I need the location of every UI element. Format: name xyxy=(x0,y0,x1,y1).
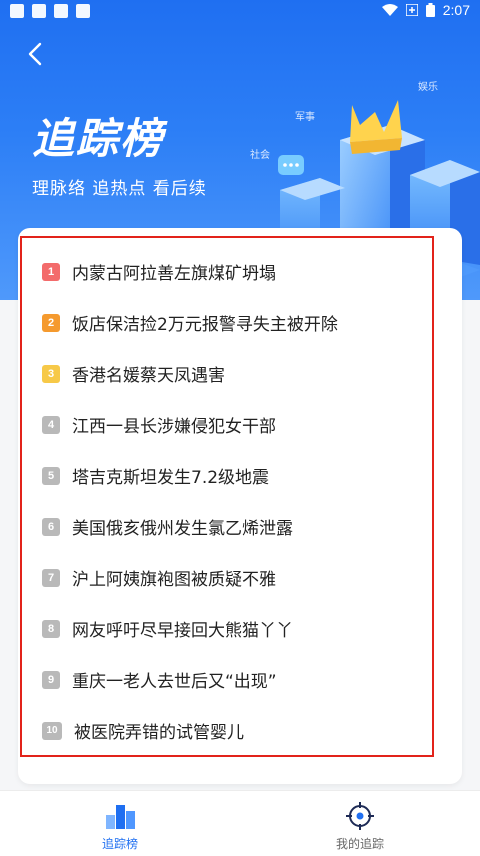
list-item[interactable]: 7 沪上阿姨旗袍图被质疑不雅 xyxy=(42,552,432,603)
list-item[interactable]: 4 江西一县长涉嫌侵犯女干部 xyxy=(42,399,432,450)
list-item-title: 香港名媛蔡天凤遇害 xyxy=(72,366,225,386)
list-item-title: 饭店保洁捡2万元报警寻失主被开除 xyxy=(72,315,338,335)
signal-icon xyxy=(405,4,418,16)
page-subtitle: 理脉络 追热点 看后续 xyxy=(32,179,207,199)
list-item-title: 重庆一老人去世后又“出现” xyxy=(72,672,277,692)
rank-badge: 9 xyxy=(42,670,60,689)
list-item[interactable]: 8 网友呼吁尽早接回大熊猫丫丫 xyxy=(42,603,432,654)
tag-military: 军事 xyxy=(295,112,315,123)
list-item-title: 被医院弄错的试管婴儿 xyxy=(74,723,244,743)
rank-badge: 4 xyxy=(42,415,60,434)
list-item-title: 美国俄亥俄州发生氯乙烯泄露 xyxy=(72,519,293,539)
page-title: 追踪榜 xyxy=(32,114,165,163)
rank-badge: 6 xyxy=(42,517,60,536)
tab-label: 我的追踪 xyxy=(335,837,384,851)
rank-badge: 2 xyxy=(42,313,60,332)
rank-badge: 5 xyxy=(42,466,60,485)
status-time: 2:07 xyxy=(442,2,470,18)
list-item[interactable]: 1 内蒙古阿拉善左旗煤矿坍塌 xyxy=(42,246,432,297)
target-icon xyxy=(346,802,374,830)
tag-society: 社会 xyxy=(250,150,270,161)
list-item-title: 沪上阿姨旗袍图被质疑不雅 xyxy=(72,570,276,590)
notification-icon xyxy=(76,4,90,18)
rank-badge: 8 xyxy=(42,619,60,638)
notification-icon xyxy=(10,4,24,18)
bottom-tab-bar: 追踪榜 我的追踪 xyxy=(0,790,480,856)
list-item-title: 塔吉克斯坦发生7.2级地震 xyxy=(72,468,270,488)
wifi-icon xyxy=(381,4,398,16)
tab-label: 追踪榜 xyxy=(101,837,138,851)
battery-icon xyxy=(425,3,435,17)
tab-my-tracking[interactable]: 我的追踪 xyxy=(240,791,480,856)
status-bar: 2:07 xyxy=(0,0,480,24)
list-item[interactable]: 9 重庆一老人去世后又“出现” xyxy=(42,654,432,705)
ranking-list: 1 内蒙古阿拉善左旗煤矿坍塌 2 饭店保洁捡2万元报警寻失主被开除 3 香港名媛… xyxy=(42,246,432,756)
list-item-title: 网友呼吁尽早接回大熊猫丫丫 xyxy=(72,621,293,641)
list-item-title: 内蒙古阿拉善左旗煤矿坍塌 xyxy=(72,264,276,284)
list-item[interactable]: 3 香港名媛蔡天凤遇害 xyxy=(42,348,432,399)
list-item[interactable]: 6 美国俄亥俄州发生氯乙烯泄露 xyxy=(42,501,432,552)
list-item[interactable]: 10 被医院弄错的试管婴儿 xyxy=(42,705,432,756)
ranking-bars-icon xyxy=(106,805,135,829)
back-icon[interactable] xyxy=(18,36,54,72)
tag-entertainment: 娱乐 xyxy=(418,82,438,93)
rank-badge: 3 xyxy=(42,364,60,383)
list-item[interactable]: 2 饭店保洁捡2万元报警寻失主被开除 xyxy=(42,297,432,348)
rank-badge: 1 xyxy=(42,262,60,281)
list-item-title: 江西一县长涉嫌侵犯女干部 xyxy=(72,417,276,437)
rank-badge: 7 xyxy=(42,568,60,587)
rank-badge: 10 xyxy=(42,721,62,740)
tab-tracking-list[interactable]: 追踪榜 xyxy=(0,791,240,856)
list-item[interactable]: 5 塔吉克斯坦发生7.2级地震 xyxy=(42,450,432,501)
notification-icon xyxy=(32,4,46,18)
notification-icon xyxy=(54,4,68,18)
